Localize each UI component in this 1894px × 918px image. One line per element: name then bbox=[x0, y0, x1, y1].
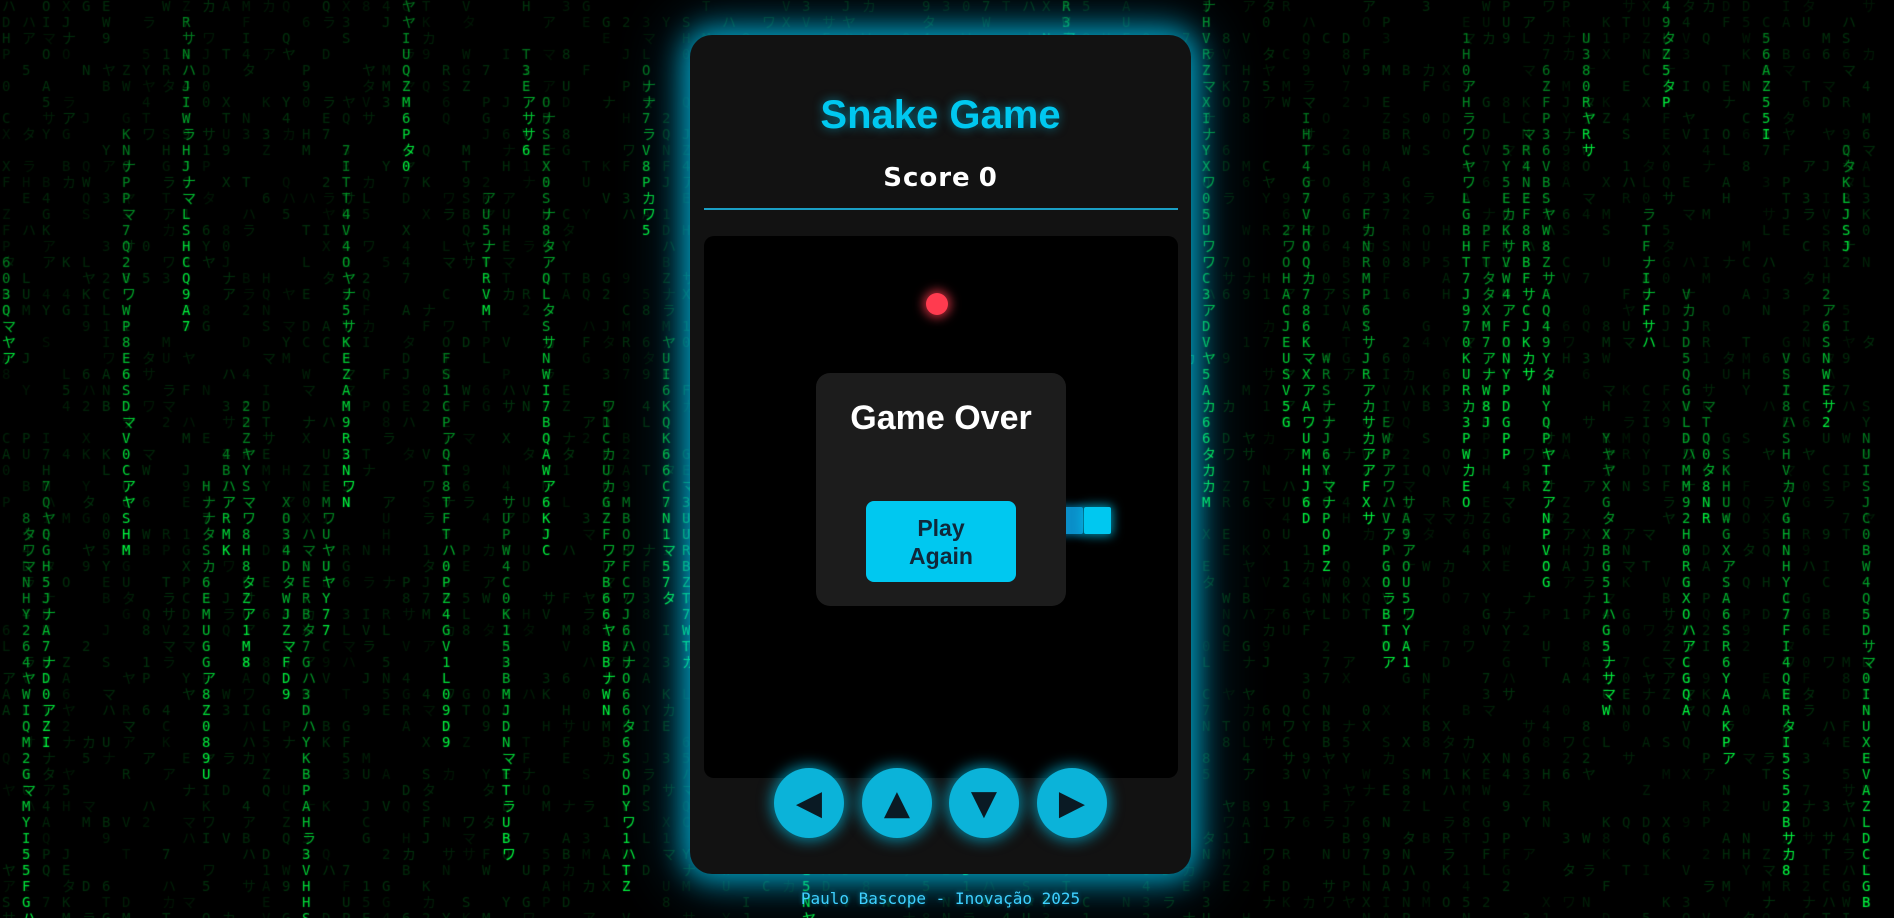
left-arrow-button[interactable]: ◀ bbox=[774, 768, 844, 838]
game-title: Snake Game bbox=[820, 93, 1061, 137]
down-arrow-button[interactable]: ▼ bbox=[949, 768, 1019, 838]
down-arrow-icon: ▼ bbox=[970, 783, 998, 823]
footer-credit: Paulo Bascope - Inovação 2025 bbox=[800, 889, 1081, 908]
game-over-overlay: Game Over Play Again bbox=[816, 373, 1066, 606]
header-divider bbox=[704, 208, 1178, 210]
score-display: Score 0 bbox=[690, 163, 1191, 193]
direction-controls: ◀ ▲ ▼ ▶ bbox=[690, 768, 1191, 840]
left-arrow-icon: ◀ bbox=[795, 783, 823, 823]
up-arrow-icon: ▲ bbox=[883, 783, 911, 823]
score-label: Score bbox=[883, 163, 971, 193]
game-over-title: Game Over bbox=[850, 399, 1032, 437]
right-arrow-icon: ▶ bbox=[1058, 783, 1086, 823]
play-again-button[interactable]: Play Again bbox=[866, 501, 1016, 582]
snake-head bbox=[1084, 507, 1111, 534]
up-arrow-button[interactable]: ▲ bbox=[862, 768, 932, 838]
score-value: 0 bbox=[978, 163, 998, 193]
right-arrow-button[interactable]: ▶ bbox=[1037, 768, 1107, 838]
game-card: Snake Game Score 0 Game Over Play Again ◀… bbox=[690, 35, 1191, 874]
game-board: Game Over Play Again bbox=[704, 236, 1178, 778]
food-item bbox=[926, 293, 948, 315]
